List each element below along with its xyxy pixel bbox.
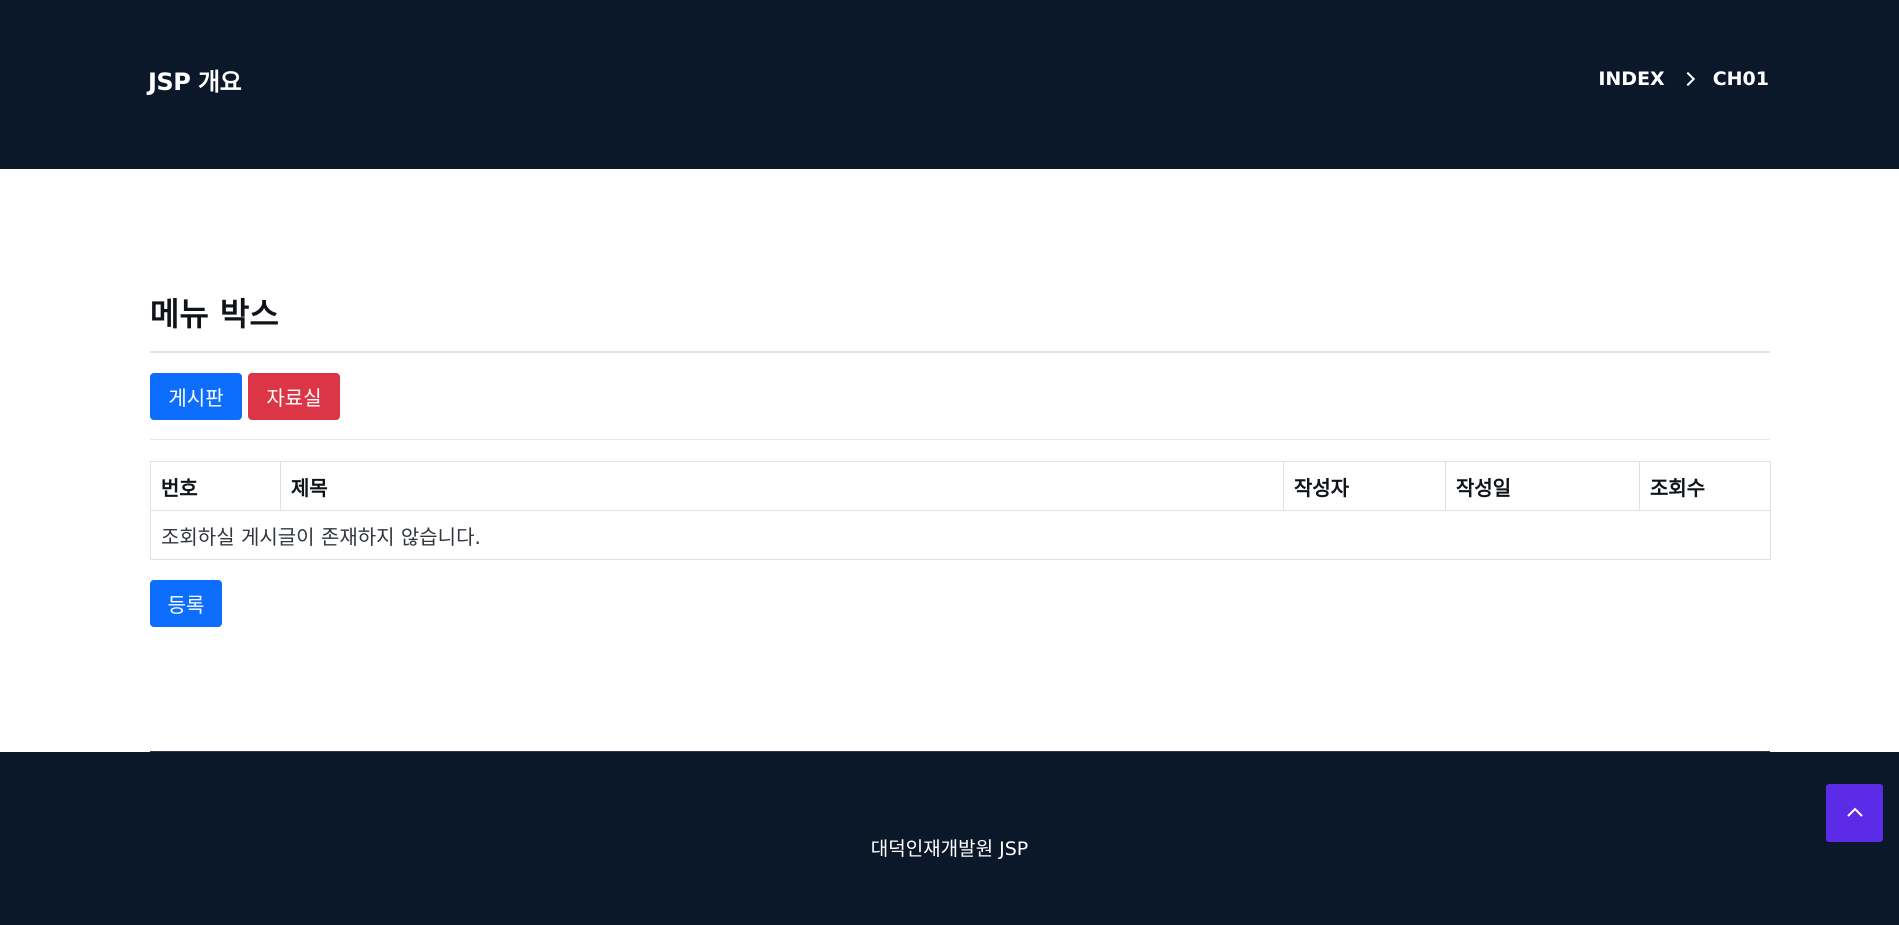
column-header-number: 번호 [150,461,281,511]
column-header-author: 작성자 [1283,461,1446,511]
divider [150,439,1770,440]
column-header-title: 제목 [280,461,1284,511]
breadcrumb-item-ch01[interactable]: CH01 [1713,68,1769,90]
empty-message: 조회하실 게시글이 존재하지 않습니다. [150,510,1771,560]
divider [150,351,1770,353]
chevron-right-icon [1680,71,1695,87]
chevron-up-icon [1846,807,1863,817]
main-content: 메뉴 박스 게시판 자료실 번호 제목 작성자 작성일 조회수 조회하실 게시글… [150,169,1771,752]
board-table: 번호 제목 작성자 작성일 조회수 조회하실 게시글이 존재하지 않습니다. [150,461,1771,560]
register-button[interactable]: 등록 [150,580,222,627]
table-row: 조회하실 게시글이 존재하지 않습니다. [150,510,1771,560]
page-title: 메뉴 박스 [150,295,279,333]
site-footer: 대덕인재개발원 JSP [0,752,1899,925]
site-title[interactable]: JSP 개요 [148,62,242,97]
site-header: JSP 개요 INDEX CH01 [0,0,1899,169]
column-header-date: 작성일 [1445,461,1640,511]
breadcrumb: INDEX CH01 [1598,68,1769,90]
archive-button[interactable]: 자료실 [248,373,340,420]
breadcrumb-item-index[interactable]: INDEX [1598,68,1664,90]
scroll-top-button[interactable] [1826,784,1883,842]
footer-text: 대덕인재개발원 JSP [870,838,1029,860]
table-header-row: 번호 제목 작성자 작성일 조회수 [150,461,1771,511]
board-button[interactable]: 게시판 [150,373,242,420]
column-header-views: 조회수 [1639,461,1771,511]
